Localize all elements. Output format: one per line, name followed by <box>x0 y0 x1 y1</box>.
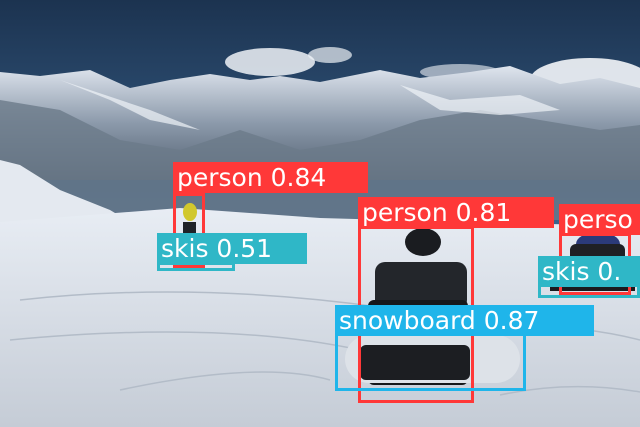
snowboard-detection-box <box>335 333 526 391</box>
person-detection-label: person 0.84 <box>173 162 368 193</box>
person-detection-label: person 0.81 <box>358 197 554 228</box>
skis-detection-label: skis 0.51 <box>157 233 307 264</box>
person-detection-label: perso <box>559 204 640 235</box>
detection-image: person 0.84 skis 0.51 person 0.81 snowbo… <box>0 0 640 427</box>
snowboard-detection-label: snowboard 0.87 <box>335 305 594 336</box>
skis-detection-label: skis 0. <box>538 256 640 287</box>
